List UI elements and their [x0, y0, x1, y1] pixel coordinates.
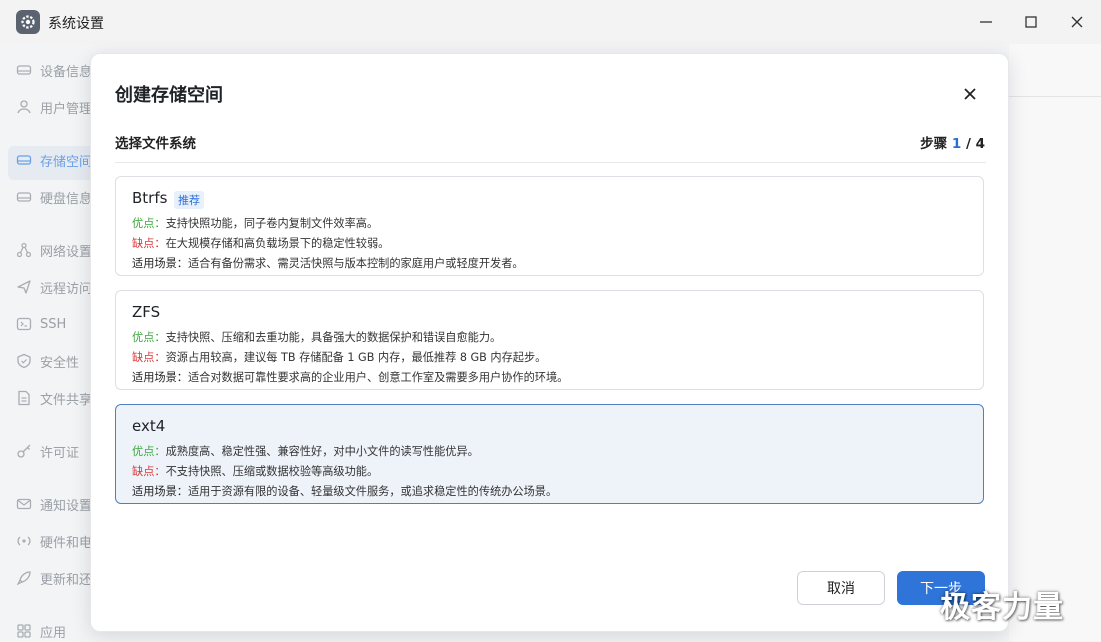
sidebar-item-security[interactable]: 安全性 [16, 350, 79, 372]
sidebar-item-label: 远程访问 [40, 281, 93, 297]
network-icon [16, 242, 32, 258]
fs-option-name: Btrfs [132, 189, 168, 207]
rocket-icon [16, 571, 31, 586]
hardware-icon [17, 536, 31, 546]
maximize-button[interactable] [1011, 6, 1051, 38]
pro-label: 优点： [132, 217, 166, 230]
scenario-text: 适用于资源有限的设备、轻量级文件服务，或追求稳定性的传统办公场景。 [187, 485, 558, 498]
fs-option-cons: 缺点：在大规模存储和高负载场景下的稳定性较弱。 [132, 235, 389, 251]
sidebar-item-label: 应用 [40, 625, 67, 641]
background-content-panel [1009, 44, 1101, 641]
sidebar-item-users[interactable]: 用户管理 [16, 96, 92, 118]
step-label: 步骤 [920, 136, 948, 152]
sidebar-item-apps[interactable]: 应用 [16, 620, 66, 642]
fs-option-cons: 缺点：资源占用较高，建议每 TB 存储配备 1 GB 内存，最低推荐 8 GB … [132, 349, 546, 365]
key-icon [17, 444, 31, 458]
sidebar-item-label: 用户管理 [40, 101, 93, 117]
disk-icon [16, 192, 32, 202]
con-label: 缺点： [132, 465, 166, 478]
con-label: 缺点： [132, 237, 166, 250]
sidebar-item-label: 存储空间 [40, 154, 93, 170]
sidebar-item-label: 网络设置 [40, 244, 93, 260]
con-label: 缺点： [132, 351, 166, 364]
scenario-label: 适用场景： [132, 371, 188, 384]
sidebar-item-device-info[interactable]: 设备信息 [16, 59, 92, 81]
pro-label: 优点： [132, 445, 166, 458]
pro-text: 成熟度高、稳定性强、兼容性好，对中小文件的读写性能优异。 [165, 445, 479, 458]
step-indicator: 步骤 1 / 4 [920, 132, 985, 152]
section-divider [115, 162, 986, 163]
fs-option-ext4[interactable]: ext4 优点：成熟度高、稳定性强、兼容性好，对中小文件的读写性能优异。 缺点：… [115, 404, 984, 504]
sidebar-item-disk-info[interactable]: 硬盘信息 [16, 186, 92, 208]
file-icon [18, 390, 30, 406]
fs-option-pros: 优点：支持快照功能，同子卷内复制文件效率高。 [132, 215, 378, 231]
sidebar-item-file-sharing[interactable]: 文件共享 [16, 387, 92, 409]
step-total: 4 [975, 136, 985, 152]
pro-text: 支持快照、压缩和去重功能，具备强大的数据保护和错误自愈能力。 [165, 331, 502, 344]
dialog-title: 创建存储空间 [115, 85, 223, 106]
step-separator: / [965, 136, 971, 152]
window-titlebar: 系统设置 [0, 0, 1101, 44]
watermark-text: 极客力量 [940, 590, 1064, 625]
fs-option-scenario: 适用场景：适合有备份需求、需灵活快照与版本控制的家庭用户或轻度开发者。 [132, 255, 524, 271]
sidebar-item-notifications[interactable]: 通知设置 [16, 493, 92, 515]
sidebar-item-label: 安全性 [40, 355, 80, 371]
sidebar: 设备信息 用户管理 存储空间 硬盘信息 网络设置 远程访问 SSH 安全性 文件… [0, 44, 108, 642]
fs-option-pros: 优点：支持快照、压缩和去重功能，具备强大的数据保护和错误自愈能力。 [132, 329, 501, 345]
create-storage-dialog: 创建存储空间 选择文件系统 步骤 1 / 4 Btrfs 推荐 优点：支持快照功… [90, 53, 1009, 632]
sidebar-item-ssh[interactable]: SSH [16, 313, 66, 335]
con-text: 不支持快照、压缩或数据校验等高级功能。 [165, 465, 379, 478]
sidebar-item-remote-access[interactable]: 远程访问 [16, 276, 92, 298]
fs-option-pros: 优点：成熟度高、稳定性强、兼容性好，对中小文件的读写性能优异。 [132, 443, 479, 459]
sidebar-item-label: 通知设置 [40, 498, 93, 514]
scenario-label: 适用场景： [132, 485, 188, 498]
sidebar-item-label: 硬盘信息 [40, 191, 93, 207]
fs-option-name: ext4 [132, 417, 166, 435]
close-window-button[interactable] [1057, 6, 1097, 38]
fs-option-cons: 缺点：不支持快照、压缩或数据校验等高级功能。 [132, 463, 378, 479]
step-current: 1 [951, 136, 962, 152]
fs-option-name: ZFS [132, 303, 161, 321]
dialog-close-button[interactable] [957, 81, 983, 107]
storage-icon [16, 155, 32, 165]
fs-option-scenario: 适用场景：适合对数据可靠性要求高的企业用户、创意工作室及需要多用户协作的环境。 [132, 369, 568, 385]
cancel-button[interactable]: 取消 [797, 571, 885, 605]
recommended-badge: 推荐 [174, 191, 204, 209]
sidebar-item-label: SSH [40, 316, 67, 332]
minimize-button[interactable] [966, 6, 1006, 38]
terminal-icon [16, 317, 32, 331]
pro-label: 优点： [132, 331, 166, 344]
close-icon [964, 88, 976, 100]
scenario-text: 适合对数据可靠性要求高的企业用户、创意工作室及需要多用户协作的环境。 [187, 371, 569, 384]
app-icon [17, 624, 31, 638]
fs-option-btrfs[interactable]: Btrfs 推荐 优点：支持快照功能，同子卷内复制文件效率高。 缺点：在大规模存… [115, 176, 984, 276]
window-title: 系统设置 [48, 16, 104, 32]
pro-text: 支持快照功能，同子卷内复制文件效率高。 [165, 217, 379, 230]
user-icon [17, 100, 31, 114]
mail-icon [16, 498, 32, 510]
con-text: 在大规模存储和高负载场景下的稳定性较弱。 [165, 237, 390, 250]
section-title: 选择文件系统 [115, 136, 196, 152]
fs-option-scenario: 适用场景：适用于资源有限的设备、轻量级文件服务，或追求稳定性的传统办公场景。 [132, 483, 557, 499]
con-text: 资源占用较高，建议每 TB 存储配备 1 GB 内存，最低推荐 8 GB 内存起… [165, 351, 547, 364]
send-icon [17, 280, 31, 294]
sidebar-item-storage[interactable]: 存储空间 [16, 149, 92, 171]
sidebar-item-label: 许可证 [40, 445, 80, 461]
scenario-label: 适用场景： [132, 257, 188, 270]
gear-icon [16, 10, 40, 34]
background-divider [1009, 96, 1101, 97]
drive-icon [16, 65, 32, 75]
sidebar-item-label: 设备信息 [40, 64, 93, 80]
sidebar-item-network[interactable]: 网络设置 [16, 239, 92, 261]
sidebar-item-label: 文件共享 [40, 392, 93, 408]
scenario-text: 适合有备份需求、需灵活快照与版本控制的家庭用户或轻度开发者。 [187, 257, 524, 270]
sidebar-item-license[interactable]: 许可证 [16, 440, 79, 462]
fs-option-zfs[interactable]: ZFS 优点：支持快照、压缩和去重功能，具备强大的数据保护和错误自愈能力。 缺点… [115, 290, 984, 390]
shield-icon [17, 353, 31, 369]
